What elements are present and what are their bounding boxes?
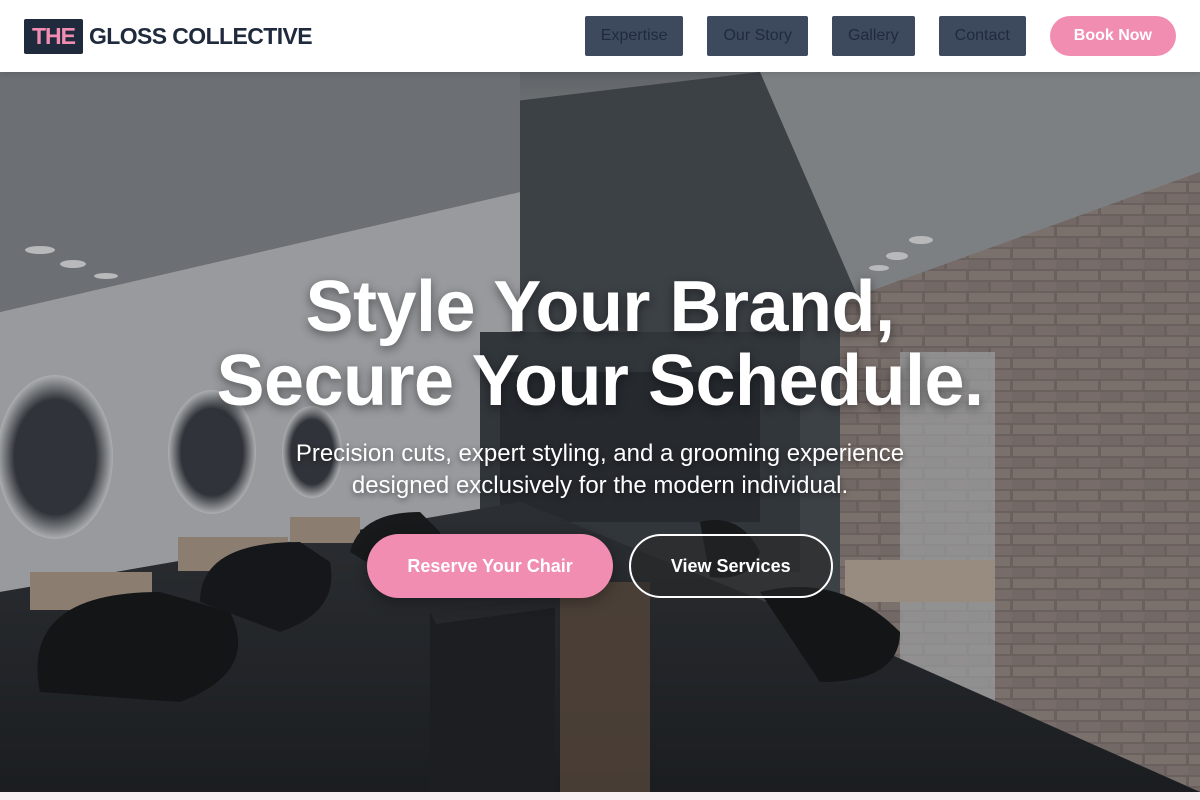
nav-contact[interactable]: Contact [938,16,1026,56]
view-services-button[interactable]: View Services [628,534,833,598]
page-bottom-strip [0,792,1200,800]
hero-title-line-1: Style Your Brand, [305,267,895,347]
hero-section: Style Your Brand, Secure Your Schedule. … [0,72,1200,792]
nav-gallery[interactable]: Gallery [831,16,915,56]
brand-logo[interactable]: THE GLOSS COLLECTIVE [24,18,313,54]
reserve-chair-button[interactable]: Reserve Your Chair [367,534,613,598]
main-nav: Expertise Our Story Gallery Contact Book… [584,16,1176,56]
nav-our-story[interactable]: Our Story [707,16,808,56]
hero-title-line-2: Secure Your Schedule. [216,341,984,421]
hero-content: Style Your Brand, Secure Your Schedule. … [0,270,1200,598]
site-header: THE GLOSS COLLECTIVE Expertise Our Story… [0,0,1200,72]
hero-subtitle: Precision cuts, expert styling, and a gr… [295,440,905,499]
logo-mark: THE [24,18,83,54]
hero-title: Style Your Brand, Secure Your Schedule. [0,270,1200,418]
hero-actions: Reserve Your Chair View Services [0,534,1200,598]
book-now-button[interactable]: Book Now [1049,16,1176,56]
nav-expertise[interactable]: Expertise [584,16,684,56]
logo-text: GLOSS COLLECTIVE [89,22,313,49]
